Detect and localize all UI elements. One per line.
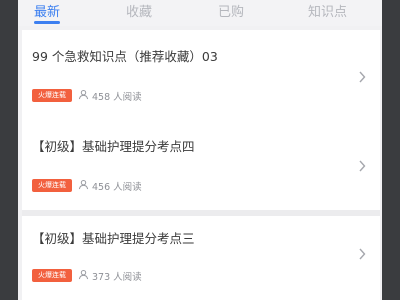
read-count: 373 人阅读 [92, 272, 142, 283]
article-title: 【初级】基础护理提分考点三 [32, 231, 195, 246]
hot-serial-badge: 火爆连载 [32, 179, 72, 192]
article-card[interactable]: 【初级】基础护理提分考点三 火爆连载 373 人阅读 [22, 216, 380, 300]
article-card[interactable]: 【初级】基础护理提分考点四 火爆连载 456 人阅读 [22, 122, 380, 210]
tab-latest[interactable]: 最新 [34, 1, 60, 20]
chevron-right-icon[interactable] [358, 71, 366, 83]
tab-knowledge-points[interactable]: 知识点 [308, 1, 347, 20]
read-count: 456 人阅读 [92, 182, 142, 193]
tab-purchased[interactable]: 已购 [218, 1, 244, 20]
article-title: 【初级】基础护理提分考点四 [32, 139, 195, 154]
phone-screen: 最新 收藏 已购 知识点 99 个急救知识点（推荐收藏）03 火爆连载 458 人… [18, 0, 382, 300]
active-tab-indicator [34, 21, 60, 24]
chevron-right-icon[interactable] [358, 160, 366, 172]
person-icon [78, 89, 89, 100]
person-icon [78, 179, 89, 190]
hot-serial-badge: 火爆连载 [32, 89, 72, 102]
person-icon [78, 269, 89, 280]
chevron-right-icon[interactable] [358, 248, 366, 260]
article-title: 99 个急救知识点（推荐收藏）03 [32, 49, 218, 64]
tab-bar: 最新 收藏 已购 知识点 [18, 0, 382, 26]
hot-serial-badge: 火爆连载 [32, 269, 72, 282]
article-card[interactable]: 99 个急救知识点（推荐收藏）03 火爆连载 458 人阅读 [22, 30, 380, 122]
read-count: 458 人阅读 [92, 92, 142, 103]
tab-favorites[interactable]: 收藏 [126, 1, 152, 20]
